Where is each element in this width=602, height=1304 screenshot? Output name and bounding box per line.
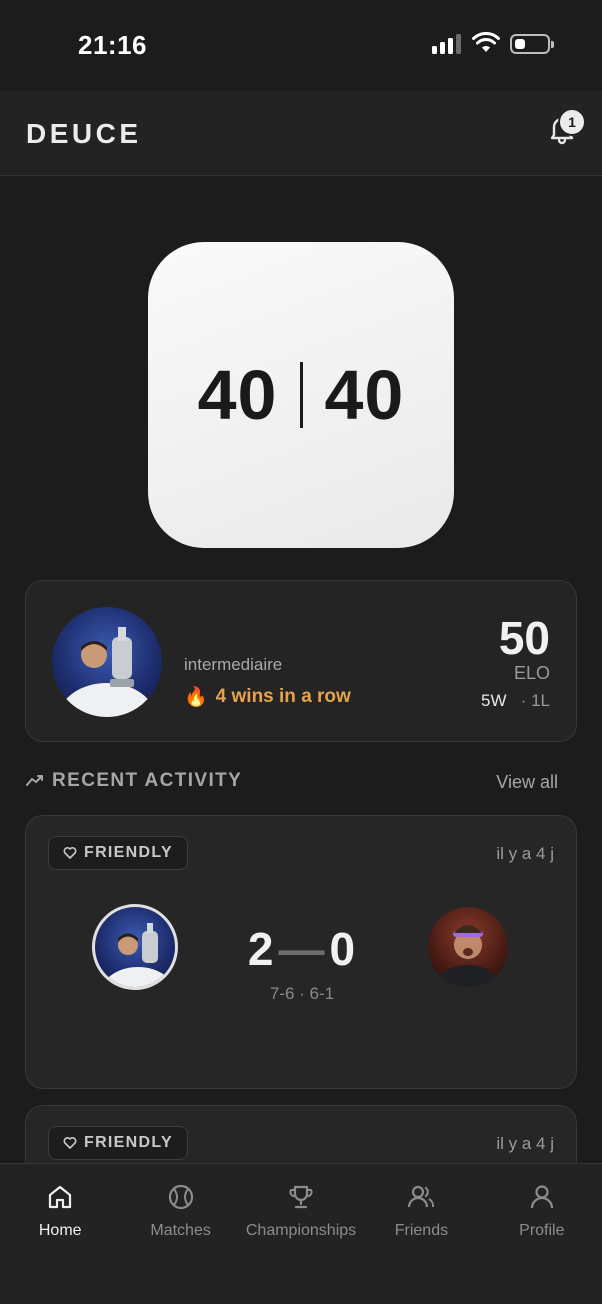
heart-icon bbox=[63, 1137, 77, 1149]
match-type-tag: FRIENDLY bbox=[48, 1126, 188, 1160]
section-title: RECENT ACTIVITY bbox=[52, 770, 243, 791]
trend-icon bbox=[26, 775, 43, 786]
tab-label: Profile bbox=[519, 1222, 565, 1239]
tab-friends[interactable]: Friends bbox=[361, 1164, 481, 1304]
tab-bar: Home Matches Championships Friends Profi… bbox=[0, 1163, 602, 1304]
player-card[interactable]: intermediaire 🔥 4 wins in a row 50 ELO 5… bbox=[25, 580, 577, 742]
battery-icon bbox=[510, 34, 554, 54]
player-avatar bbox=[52, 607, 162, 717]
tab-matches[interactable]: Matches bbox=[120, 1164, 240, 1304]
tab-profile[interactable]: Profile bbox=[482, 1164, 602, 1304]
app-title: DEUCE bbox=[26, 118, 142, 149]
score-player-a: 2 bbox=[247, 923, 275, 975]
tab-label: Home bbox=[38, 1222, 82, 1239]
streak-text: 4 wins in a row bbox=[215, 686, 351, 707]
win-streak: 🔥 4 wins in a row bbox=[184, 685, 351, 709]
score-right: 40 bbox=[324, 356, 405, 434]
wins-count: 5W bbox=[481, 691, 507, 710]
fire-icon: 🔥 bbox=[184, 687, 208, 708]
tab-home[interactable]: Home bbox=[0, 1164, 120, 1304]
score-divider bbox=[299, 362, 303, 428]
win-loss-record: 5W · 1L bbox=[481, 691, 550, 711]
match-type-tag: FRIENDLY bbox=[48, 836, 188, 870]
view-all-link[interactable]: View all bbox=[496, 772, 558, 793]
match-time: il y a 4 j bbox=[496, 844, 554, 863]
trophy-icon bbox=[289, 1185, 313, 1209]
status-bar: 21:16 bbox=[0, 0, 602, 90]
user-icon bbox=[530, 1185, 553, 1209]
tag-label: FRIENDLY bbox=[84, 1134, 173, 1151]
elo-label: ELO bbox=[513, 663, 550, 683]
match-card[interactable]: FRIENDLY il y a 4 j 2—0 7-6 · 6-1 bbox=[25, 815, 577, 1089]
heart-icon bbox=[63, 847, 77, 859]
live-score-card[interactable]: 40 40 bbox=[148, 242, 454, 548]
score-left: 40 bbox=[197, 356, 278, 434]
losses-count: · 1L bbox=[520, 691, 550, 710]
tab-label: Friends bbox=[394, 1222, 449, 1239]
player-b-avatar bbox=[428, 907, 508, 987]
home-icon bbox=[49, 1185, 72, 1209]
signal-icon bbox=[432, 34, 464, 54]
tennis-ball-icon bbox=[168, 1184, 193, 1210]
elo-value: 50 bbox=[498, 612, 550, 664]
player-level: intermediaire bbox=[184, 655, 283, 674]
notification-badge: 1 bbox=[558, 108, 586, 136]
match-sets: 7-6 · 6-1 bbox=[269, 984, 335, 1003]
score-separator: — bbox=[278, 923, 326, 975]
wifi-icon bbox=[472, 32, 500, 52]
recent-activity-header: RECENT ACTIVITY View all bbox=[26, 768, 576, 796]
tag-label: FRIENDLY bbox=[84, 844, 173, 861]
status-time: 21:16 bbox=[78, 30, 147, 60]
tab-label: Championships bbox=[245, 1222, 357, 1239]
match-time: il y a 4 j bbox=[496, 1134, 554, 1153]
tab-championships[interactable]: Championships bbox=[241, 1164, 361, 1304]
score-player-b: 0 bbox=[329, 923, 357, 975]
app-header: DEUCE 1 bbox=[0, 90, 602, 176]
users-icon bbox=[408, 1185, 435, 1208]
tab-label: Matches bbox=[150, 1222, 211, 1239]
